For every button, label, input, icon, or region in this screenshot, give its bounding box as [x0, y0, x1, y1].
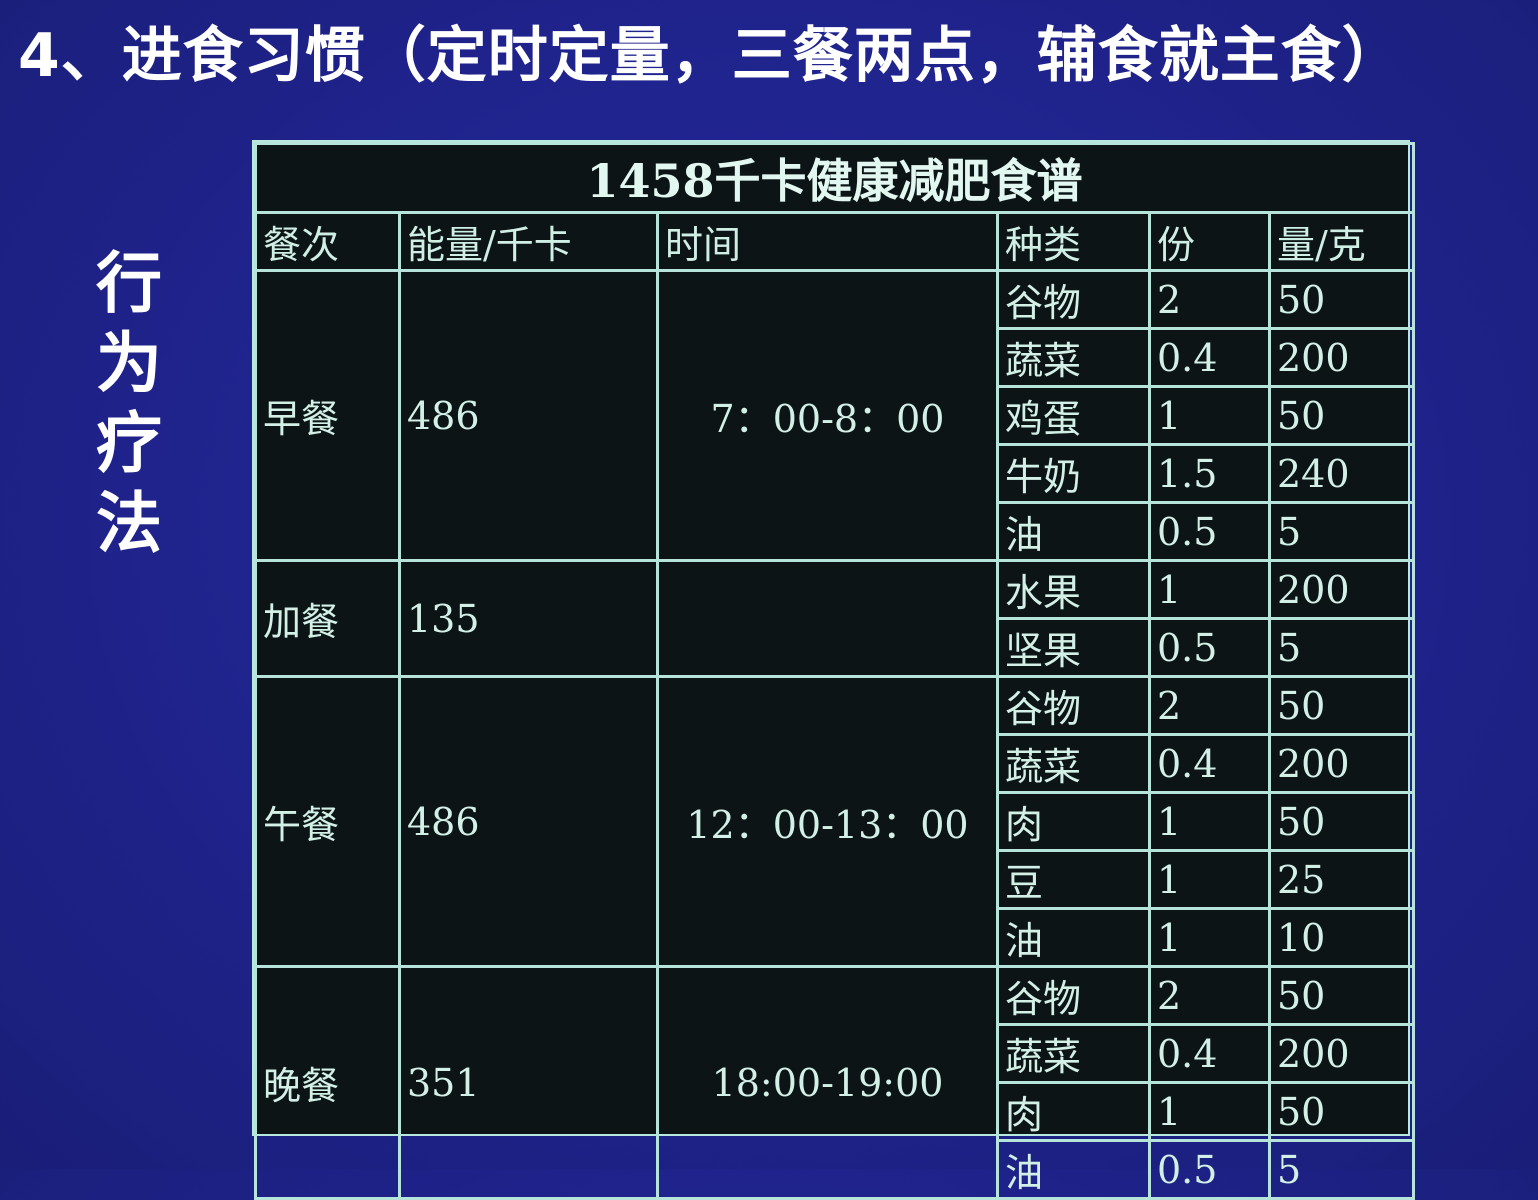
header-amount: 量/克 [1268, 211, 1415, 272]
type-cell: 油 [996, 907, 1151, 968]
portion-cell: 0.5 [1148, 501, 1271, 562]
energy-cell: 351 [398, 965, 659, 1200]
type-cell: 豆 [996, 849, 1151, 910]
energy-cell: 486 [398, 269, 659, 562]
time-cell: 7：00-8：00 [656, 269, 999, 562]
time-cell: 18:00-19:00 [656, 965, 999, 1200]
amount-cell: 200 [1268, 733, 1415, 794]
meal-cell: 晚餐 [254, 965, 401, 1200]
amount-cell: 5 [1268, 501, 1415, 562]
amount-cell: 25 [1268, 849, 1415, 910]
header-portion: 份 [1148, 211, 1271, 272]
portion-cell: 2 [1148, 675, 1271, 736]
header-row: 餐次 能量/千卡 时间 种类 份 量/克 [254, 211, 1415, 272]
portion-cell: 0.4 [1148, 1023, 1271, 1084]
type-cell: 油 [996, 501, 1151, 562]
type-cell: 蔬菜 [996, 1023, 1151, 1084]
menu-body: 早餐 486 7：00-8：00 谷物 2 50 蔬菜 0.4 200 鸡蛋 1 50 牛奶 1.5 240… [254, 269, 1415, 1200]
side-label: 行为疗法 [85, 248, 162, 568]
type-cell: 鸡蛋 [996, 385, 1151, 446]
portion-cell: 1.5 [1148, 443, 1271, 504]
portion-cell: 1 [1148, 385, 1271, 446]
energy-cell: 135 [398, 559, 659, 678]
amount-cell: 5 [1268, 1139, 1415, 1200]
menu-table: 1458千卡健康减肥食谱 餐次 能量/千卡 时间 种类 份 量/克 早餐 486 7… [254, 142, 1415, 1200]
type-cell: 水果 [996, 559, 1151, 620]
slide-heading: 4、进食习惯（定时定量，三餐两点，辅食就主食） [18, 21, 1403, 91]
meal-cell: 午餐 [254, 675, 401, 968]
header-type: 种类 [996, 211, 1151, 272]
table-row: 晚餐 351 18:00-19:00 谷物 2 50 [254, 965, 1415, 1200]
type-cell: 蔬菜 [996, 733, 1151, 794]
amount-cell: 50 [1268, 1081, 1415, 1142]
portion-cell: 1 [1148, 907, 1271, 968]
meal-cell: 早餐 [254, 269, 401, 562]
table-row: 早餐 486 7：00-8：00 谷物 2 50 [254, 269, 1415, 562]
amount-cell: 10 [1268, 907, 1415, 968]
portion-cell: 1 [1148, 559, 1271, 620]
portion-cell: 1 [1148, 791, 1271, 852]
portion-cell: 0.5 [1148, 617, 1271, 678]
type-cell: 谷物 [996, 965, 1151, 1026]
portion-cell: 0.5 [1148, 1139, 1271, 1200]
type-cell: 坚果 [996, 617, 1151, 678]
amount-cell: 240 [1268, 443, 1415, 504]
amount-cell: 50 [1268, 675, 1415, 736]
portion-cell: 1 [1148, 849, 1271, 910]
amount-cell: 200 [1268, 327, 1415, 388]
portion-cell: 2 [1148, 965, 1271, 1026]
menu-table-container: 1458千卡健康减肥食谱 餐次 能量/千卡 时间 种类 份 量/克 早餐 486 7… [252, 140, 1415, 1200]
portion-cell: 2 [1148, 269, 1271, 330]
header-time: 时间 [656, 211, 999, 272]
energy-cell: 486 [398, 675, 659, 968]
type-cell: 蔬菜 [996, 327, 1151, 388]
time-cell [656, 559, 999, 678]
type-cell: 肉 [996, 791, 1151, 852]
header-meal: 餐次 [254, 211, 401, 272]
type-cell: 油 [996, 1139, 1151, 1200]
portion-cell: 1 [1148, 1081, 1271, 1142]
amount-cell: 50 [1268, 269, 1415, 330]
amount-cell: 200 [1268, 559, 1415, 620]
type-cell: 谷物 [996, 269, 1151, 330]
menu-title: 1458千卡健康减肥食谱 [254, 142, 1415, 214]
time-cell: 12：00-13：00 [656, 675, 999, 968]
type-cell: 肉 [996, 1081, 1151, 1142]
meal-cell: 加餐 [254, 559, 401, 678]
amount-cell: 200 [1268, 1023, 1415, 1084]
type-cell: 谷物 [996, 675, 1151, 736]
portion-cell: 0.4 [1148, 733, 1271, 794]
amount-cell: 5 [1268, 617, 1415, 678]
type-cell: 牛奶 [996, 443, 1151, 504]
header-energy: 能量/千卡 [398, 211, 659, 272]
amount-cell: 50 [1268, 385, 1415, 446]
table-row: 加餐 135 水果 1 200 [254, 559, 1415, 678]
table-row: 午餐 486 12：00-13：00 谷物 2 50 [254, 675, 1415, 968]
amount-cell: 50 [1268, 965, 1415, 1026]
amount-cell: 50 [1268, 791, 1415, 852]
portion-cell: 0.4 [1148, 327, 1271, 388]
